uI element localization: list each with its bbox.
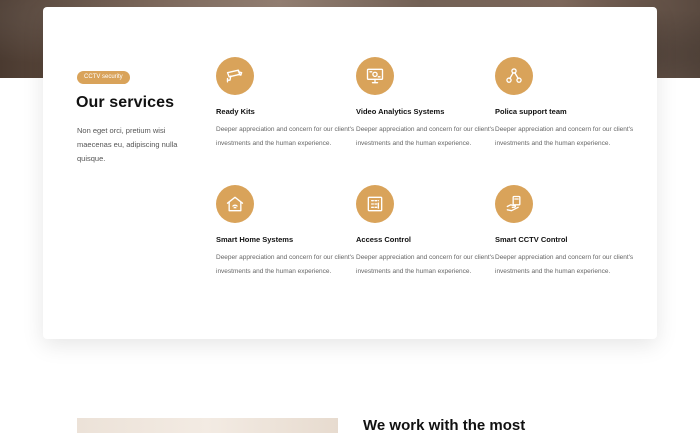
access-keypad-icon: [356, 185, 394, 223]
service-description: Deeper appreciation and concern for our …: [495, 126, 634, 147]
about-section-image: [77, 418, 338, 433]
section-badge: CCTV security: [77, 71, 130, 84]
smart-home-icon: [216, 185, 254, 223]
monitor-analytics-icon: [356, 57, 394, 95]
service-title: Video Analytics Systems: [356, 107, 445, 116]
service-title: Smart CCTV Control: [495, 235, 568, 244]
service-item-access-control[interactable]: Access Control Deeper appreciation and c…: [356, 185, 496, 278]
service-item-ready-kits[interactable]: Ready Kits Deeper appreciation and conce…: [216, 57, 356, 150]
section-title: Our services: [76, 94, 175, 111]
service-title: Polica support team: [495, 107, 567, 116]
service-item-smart-home[interactable]: Smart Home Systems Deeper appreciation a…: [216, 185, 356, 278]
hand-control-icon: [495, 185, 533, 223]
service-title: Ready Kits: [216, 107, 255, 116]
services-card: CCTV security Our services Non eget orci…: [43, 7, 657, 339]
service-description: Deeper appreciation and concern for our …: [495, 254, 634, 275]
about-section-heading: We work with the most: [363, 417, 526, 433]
service-description: Deeper appreciation and concern for our …: [356, 126, 495, 147]
service-description: Deeper appreciation and concern for our …: [356, 254, 495, 275]
section-intro: Non eget orci, pretium wisi maecenas eu,…: [77, 126, 178, 163]
service-title: Smart Home Systems: [216, 235, 294, 244]
service-description: Deeper appreciation and concern for our …: [216, 126, 355, 147]
service-title: Access Control: [356, 235, 412, 244]
service-description: Deeper appreciation and concern for our …: [216, 254, 355, 275]
service-item-smart-cctv[interactable]: Smart CCTV Control Deeper appreciation a…: [495, 185, 635, 278]
network-nodes-icon: [495, 57, 533, 95]
service-item-video-analytics[interactable]: Video Analytics Systems Deeper appreciat…: [356, 57, 496, 150]
service-item-support-team[interactable]: Polica support team Deeper appreciation …: [495, 57, 635, 150]
cctv-camera-icon: [216, 57, 254, 95]
